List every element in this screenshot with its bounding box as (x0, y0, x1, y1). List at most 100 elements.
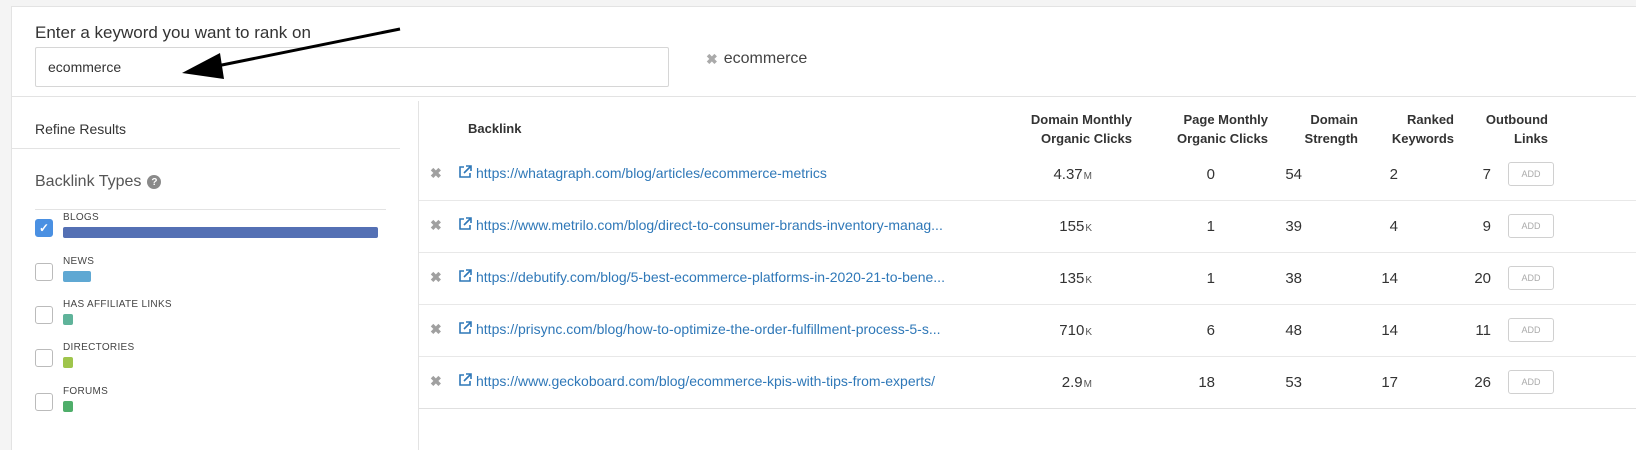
domain-monthly-clicks: 2.9M (992, 374, 1092, 391)
external-link-icon[interactable] (458, 165, 472, 179)
domain-monthly-clicks: 710K (992, 322, 1092, 339)
value: 4.37 (1053, 166, 1083, 183)
backlink-type-bar (63, 401, 73, 412)
checkbox[interactable] (35, 306, 53, 324)
col-outbound-links[interactable]: Outbound Links (1452, 110, 1548, 148)
remove-row-icon[interactable]: ✖ (430, 373, 442, 390)
add-button[interactable]: ADD (1508, 214, 1554, 238)
value: 2.9 (1061, 374, 1083, 391)
value: 155 (1059, 218, 1085, 235)
table-row: ✖ https://www.geckoboard.com/blog/ecommer… (419, 357, 1636, 409)
backlink-type-has-affiliate-links[interactable]: HAS AFFILIATE LINKS (35, 299, 395, 339)
backlink-type-blogs[interactable]: ✓ BLOGS (35, 212, 395, 252)
remove-keyword-icon[interactable]: ✖ (706, 51, 718, 68)
ranked-keywords: 17 (1381, 374, 1398, 391)
add-button[interactable]: ADD (1508, 162, 1554, 186)
outbound-links: 7 (1482, 166, 1491, 183)
remove-row-icon[interactable]: ✖ (430, 321, 442, 338)
keyword-chip-label: ecommerce (723, 50, 808, 67)
domain-monthly-clicks: 135K (992, 270, 1092, 287)
remove-row-icon[interactable]: ✖ (430, 165, 442, 182)
refine-results-title: Refine Results (35, 121, 127, 137)
backlink-url[interactable]: https://debutify.com/blog/5-best-ecommer… (476, 269, 945, 285)
backlink-type-directories[interactable]: DIRECTORIES (35, 342, 395, 382)
ranked-keywords: 4 (1389, 218, 1398, 235)
backlink-url[interactable]: https://www.geckoboard.com/blog/ecommerc… (476, 373, 935, 389)
unit: K (1085, 223, 1092, 234)
outbound-links: 11 (1475, 322, 1491, 339)
unit: K (1085, 275, 1092, 286)
backlink-type-label: FORUMS (63, 386, 109, 397)
backlink-url[interactable]: https://www.metrilo.com/blog/direct-to-c… (476, 217, 943, 233)
outbound-links: 20 (1474, 270, 1491, 287)
checkbox[interactable] (35, 263, 53, 281)
checkbox[interactable] (35, 393, 53, 411)
annotation-arrow (182, 27, 401, 79)
col-domain-strength[interactable]: Domain Strength (1262, 110, 1358, 148)
outbound-links: 9 (1482, 218, 1491, 235)
page-monthly-clicks: 1 (1206, 270, 1215, 287)
backlink-type-label: HAS AFFILIATE LINKS (63, 299, 172, 310)
col-label: Organic Clicks (1176, 131, 1268, 146)
unit: K (1085, 327, 1092, 338)
remove-row-icon[interactable]: ✖ (430, 269, 442, 286)
col-page-monthly-clicks[interactable]: Page Monthly Organic Clicks (1112, 110, 1268, 148)
backlink-type-label: BLOGS (63, 212, 99, 223)
domain-strength: 48 (1285, 322, 1302, 339)
backlink-type-bar (63, 271, 91, 282)
add-button[interactable]: ADD (1508, 318, 1554, 342)
col-label: Keywords (1391, 131, 1454, 146)
remove-row-icon[interactable]: ✖ (430, 217, 442, 234)
backlink-type-label: DIRECTORIES (63, 342, 135, 353)
ranked-keywords: 14 (1381, 322, 1398, 339)
col-label: Domain Monthly (1030, 112, 1132, 127)
help-icon[interactable]: ? (147, 175, 162, 189)
domain-strength: 39 (1285, 218, 1302, 235)
unit: M (1083, 379, 1092, 390)
col-label: Strength (1304, 131, 1358, 146)
add-button[interactable]: ADD (1508, 266, 1554, 290)
unit: M (1083, 171, 1092, 182)
page-monthly-clicks: 18 (1198, 374, 1215, 391)
table-row: ✖ https://www.metrilo.com/blog/direct-to-… (419, 201, 1636, 253)
backlink-url[interactable]: https://prisync.com/blog/how-to-optimize… (476, 321, 941, 337)
col-label: Outbound (1485, 112, 1548, 127)
checkbox[interactable]: ✓ (35, 219, 53, 237)
col-label: Page Monthly (1183, 112, 1268, 127)
external-link-icon[interactable] (458, 269, 472, 283)
col-label: Organic Clicks (1040, 131, 1132, 146)
divider (12, 96, 1636, 97)
add-button[interactable]: ADD (1508, 370, 1554, 394)
col-label: Ranked (1407, 112, 1454, 127)
keyword-chip: ✖ ecommerce (706, 50, 807, 68)
backlink-type-bar (63, 314, 73, 325)
domain-monthly-clicks: 4.37M (992, 166, 1092, 183)
col-domain-monthly-clicks[interactable]: Domain Monthly Organic Clicks (972, 110, 1132, 148)
col-backlink: Backlink (468, 121, 522, 136)
table-row: ✖ https://prisync.com/blog/how-to-optimiz… (419, 305, 1636, 357)
page-monthly-clicks: 0 (1206, 166, 1215, 183)
backlink-type-forums[interactable]: FORUMS (35, 386, 395, 426)
domain-strength: 54 (1285, 166, 1302, 183)
backlink-url[interactable]: https://whatagraph.com/blog/articles/eco… (476, 165, 827, 181)
divider (35, 209, 386, 210)
value: 710 (1059, 322, 1085, 339)
domain-monthly-clicks: 155K (992, 218, 1092, 235)
external-link-icon[interactable] (458, 217, 472, 231)
col-label: Links (1514, 131, 1548, 146)
backlink-types-label: Backlink Types (35, 173, 142, 190)
backlink-type-bar (63, 357, 73, 368)
external-link-icon[interactable] (458, 321, 472, 335)
ranked-keywords: 2 (1389, 166, 1398, 183)
table-row: ✖ https://debutify.com/blog/5-best-ecomme… (419, 253, 1636, 305)
value: 135 (1059, 270, 1085, 287)
page-monthly-clicks: 6 (1206, 322, 1215, 339)
external-link-icon[interactable] (458, 373, 472, 387)
backlink-type-news[interactable]: NEWS (35, 256, 395, 296)
ranked-keywords: 14 (1381, 270, 1398, 287)
checkbox[interactable] (35, 349, 53, 367)
backlink-type-label: NEWS (63, 256, 95, 267)
page-monthly-clicks: 1 (1206, 218, 1215, 235)
backlink-types-title: Backlink Types ? (35, 173, 162, 191)
col-ranked-keywords[interactable]: Ranked Keywords (1358, 110, 1454, 148)
